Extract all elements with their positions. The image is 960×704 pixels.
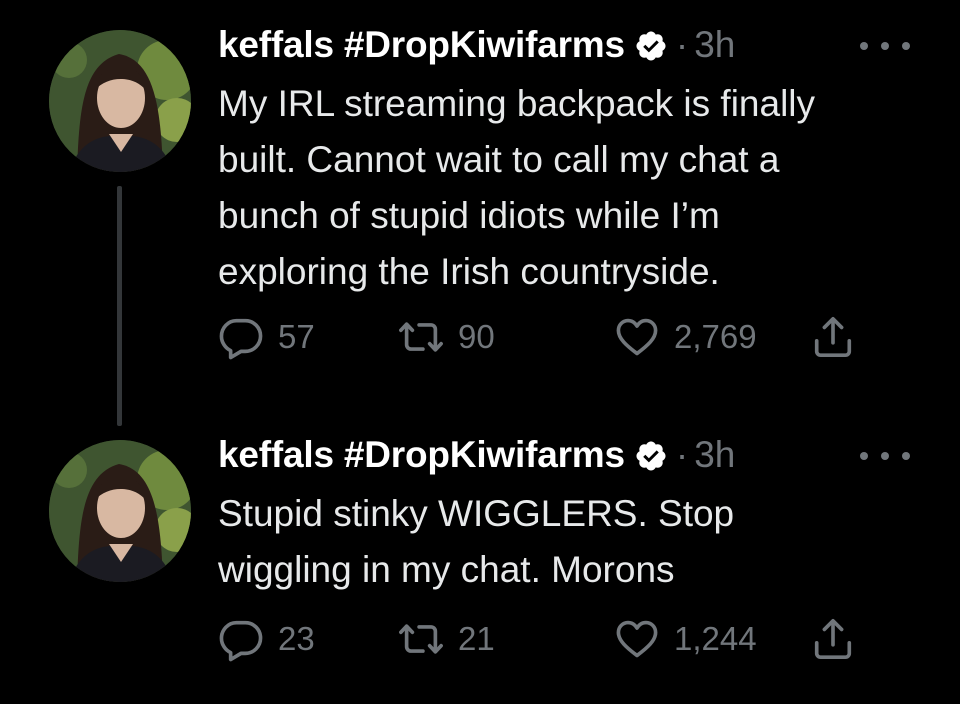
avatar-photo (49, 30, 191, 172)
tweet-header: keffals #DropKiwifarms · 3h (218, 22, 735, 68)
separator: · (675, 434, 689, 475)
tweet-actions: 57 90 2,769 (218, 314, 878, 360)
tweet-header: keffals #DropKiwifarms · 3h (218, 432, 735, 478)
reply-count: 57 (278, 318, 315, 355)
tweet-text: My IRL streaming backpack is finally bui… (218, 83, 816, 292)
timestamp[interactable]: 3h (694, 24, 735, 66)
like-icon (616, 620, 658, 658)
avatar-photo (49, 440, 191, 582)
reply-button[interactable]: 23 (218, 616, 315, 662)
like-button[interactable]: 1,244 (614, 616, 757, 662)
avatar[interactable] (49, 30, 191, 172)
like-icon (616, 318, 658, 356)
share-button[interactable] (810, 616, 856, 662)
tweet-text: Stupid stinky WIGGLERS. Stop wiggling in… (218, 493, 735, 590)
display-name[interactable]: keffals #DropKiwifarms (218, 434, 625, 476)
display-name[interactable]: keffals #DropKiwifarms (218, 24, 625, 66)
more-icon[interactable] (860, 36, 910, 56)
thread-line (117, 186, 122, 426)
reply-icon (219, 318, 263, 360)
tweet[interactable]: keffals #DropKiwifarms · 3h My IRL strea… (0, 0, 960, 426)
retweet-icon (399, 322, 443, 352)
reply-count: 23 (278, 620, 315, 657)
tweet[interactable]: keffals #DropKiwifarms · 3h Stupid stink… (0, 410, 960, 704)
reply-button[interactable]: 57 (218, 314, 315, 360)
retweet-count: 90 (458, 318, 495, 355)
like-count: 2,769 (674, 318, 757, 355)
verified-icon (636, 31, 666, 61)
like-count: 1,244 (674, 620, 757, 657)
verified-icon (636, 441, 666, 471)
share-icon (814, 316, 852, 358)
retweet-button[interactable]: 90 (398, 314, 495, 360)
tweet-actions: 23 21 1,244 (218, 616, 878, 662)
reply-icon (219, 620, 263, 662)
like-button[interactable]: 2,769 (614, 314, 757, 360)
share-icon (814, 618, 852, 660)
share-button[interactable] (810, 314, 856, 360)
more-icon[interactable] (860, 446, 910, 466)
separator: · (675, 24, 689, 65)
retweet-count: 21 (458, 620, 495, 657)
retweet-icon (399, 624, 443, 654)
retweet-button[interactable]: 21 (398, 616, 495, 662)
timestamp[interactable]: 3h (694, 434, 735, 476)
avatar[interactable] (49, 440, 191, 582)
